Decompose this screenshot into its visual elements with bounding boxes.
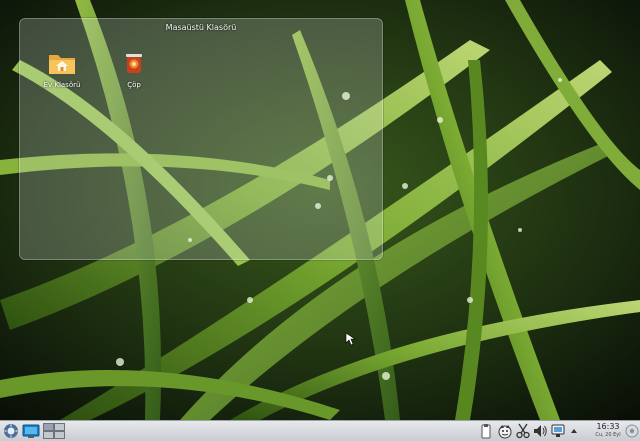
expand-tray-icon[interactable]	[569, 423, 579, 439]
trash-icon	[126, 54, 142, 73]
trash-shortcut[interactable]: Çöp	[109, 51, 159, 89]
show-desktop-icon[interactable]	[22, 423, 40, 439]
panel-toolbox-icon[interactable]	[625, 423, 639, 439]
volume-icon[interactable]	[533, 423, 547, 439]
home-folder-label: Ev Klasörü	[43, 81, 81, 89]
device-notifier-icon[interactable]	[497, 423, 513, 439]
network-icon[interactable]	[551, 423, 565, 439]
clock-time[interactable]: 16:33	[592, 422, 624, 431]
folder-view-title: Masaüstü Klasörü	[165, 23, 237, 32]
clipboard-icon[interactable]	[480, 423, 492, 439]
pager-icon[interactable]	[43, 423, 65, 439]
taskbar: 16:33 Cu, 20 Eyl	[0, 420, 640, 441]
home-folder-shortcut[interactable]: Ev Klasörü	[37, 51, 87, 89]
scissors-icon[interactable]	[516, 423, 530, 439]
trash-label: Çöp	[127, 81, 141, 89]
desktop-folder-view[interactable]: Masaüstü Klasörü Ev Klasörü Çöp	[19, 18, 383, 260]
clock-date[interactable]: Cu, 20 Eyl	[586, 432, 630, 438]
home-folder-icon	[49, 55, 75, 74]
kde-launcher-icon[interactable]	[3, 423, 19, 439]
